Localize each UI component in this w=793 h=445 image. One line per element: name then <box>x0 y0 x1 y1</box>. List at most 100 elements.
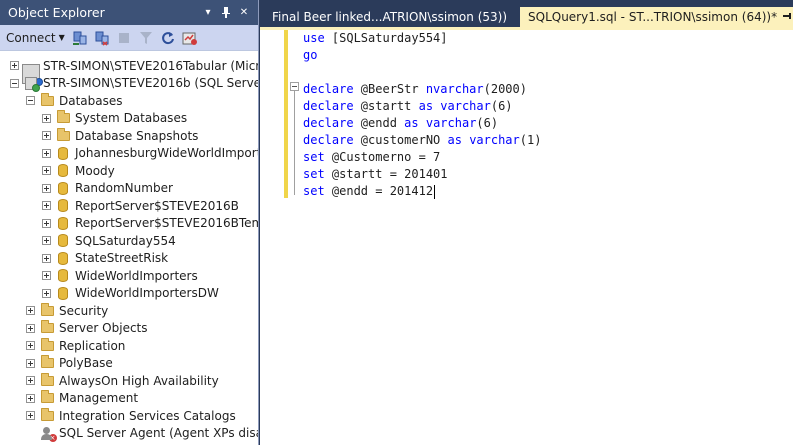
collapse-icon[interactable] <box>26 96 35 105</box>
tree-node[interactable]: ReportServer$STEVE2016B <box>42 197 239 214</box>
activity-monitor-icon[interactable] <box>181 28 200 47</box>
expand-icon[interactable] <box>42 218 51 228</box>
filter-icon[interactable] <box>137 28 156 47</box>
database-icon <box>55 268 71 283</box>
code-text: @startt = 201401 <box>331 167 448 181</box>
auto-hide-pin-icon[interactable] <box>218 5 234 21</box>
pin-tab-icon[interactable] <box>783 11 793 24</box>
server-tabular-icon <box>22 58 43 86</box>
object-explorer-titlebar: Object Explorer ▾ ✕ <box>0 0 258 25</box>
object-explorer-toolbar: Connect ▼ <box>0 25 258 51</box>
code-keyword: varchar <box>469 133 520 147</box>
expand-icon[interactable] <box>42 166 51 175</box>
code-text: @Customerno = 7 <box>331 150 441 164</box>
tree-node[interactable]: Server Objects <box>26 320 148 337</box>
tree-node[interactable]: Security <box>26 302 108 319</box>
tree-node[interactable]: Databases <box>26 92 123 109</box>
connect-object-explorer-icon[interactable] <box>71 28 90 47</box>
code-keyword: varchar <box>440 99 491 113</box>
expand-icon[interactable] <box>42 183 51 193</box>
tree-node-label: Moody <box>75 163 115 178</box>
tree-node-label: SQLSaturday554 <box>75 233 176 248</box>
tree-node[interactable]: WideWorldImporters <box>42 267 198 284</box>
expand-icon[interactable] <box>10 61 19 70</box>
expand-icon[interactable] <box>42 148 51 158</box>
object-explorer-tree: STR-SIMON\STEVE2016Tabular (Microsoft An… <box>0 52 258 445</box>
expand-icon[interactable] <box>42 201 51 210</box>
code-text: (6) <box>490 99 513 113</box>
sql-agent-icon: × <box>39 426 57 442</box>
tree-node[interactable]: STR-SIMON\STEVE2016Tabular (Microsoft An… <box>10 57 258 86</box>
code-text: (1) <box>519 133 542 147</box>
close-panel-icon[interactable]: ✕ <box>236 5 252 21</box>
code-keyword: declare <box>303 99 361 113</box>
expand-icon[interactable] <box>26 376 35 385</box>
tree-node-label: Security <box>59 303 109 318</box>
stop-icon[interactable] <box>115 28 134 47</box>
expand-icon[interactable] <box>42 113 51 123</box>
expand-icon[interactable] <box>42 253 51 263</box>
tree-node[interactable]: JohannesburgWideWorldImporters <box>42 145 258 162</box>
tree-node-label: RandomNumber <box>75 181 173 195</box>
collapse-region-icon[interactable] <box>290 82 299 91</box>
code-line: set @Customerno = 7 <box>303 149 440 166</box>
expand-icon[interactable] <box>26 358 35 368</box>
window-position-dropdown-icon[interactable]: ▾ <box>200 5 216 21</box>
code-line: set @endd = 201412 <box>303 183 436 200</box>
connect-button[interactable]: Connect ▼ <box>6 31 65 45</box>
tree-node[interactable]: Replication <box>26 337 125 354</box>
database-icon <box>55 286 71 301</box>
expand-icon[interactable] <box>26 393 35 403</box>
tree-node[interactable]: STR-SIMON\STEVE2016b (SQL Server 13.0.16… <box>10 75 258 92</box>
tree-node[interactable]: RandomNumber <box>42 180 173 197</box>
tree-node-label: STR-SIMON\STEVE2016b (SQL Server 13.0.16… <box>43 76 258 90</box>
code-text: @BeerStr <box>360 82 426 96</box>
code-keyword: go <box>303 48 318 62</box>
tree-node[interactable]: Database Snapshots <box>42 127 198 144</box>
disconnect-icon[interactable] <box>93 28 112 47</box>
query-editor[interactable]: use [SQLSaturday554] go declare @BeerStr n… <box>260 30 793 445</box>
code-keyword: set <box>303 167 332 181</box>
expand-icon[interactable] <box>26 306 35 315</box>
tree-node[interactable]: WideWorldImportersDW <box>42 285 219 302</box>
code-line: use [SQLSaturday554] <box>303 30 448 47</box>
database-icon <box>55 216 71 231</box>
code-keyword: declare <box>303 116 361 130</box>
code-text: @customerNO <box>360 133 448 147</box>
tree-node[interactable]: System Databases <box>42 110 187 127</box>
folder-icon <box>55 127 71 143</box>
expand-icon[interactable] <box>26 411 35 420</box>
tree-node[interactable]: PolyBase <box>26 355 113 372</box>
connect-label: Connect <box>6 30 56 45</box>
expand-icon[interactable] <box>42 131 51 140</box>
expand-icon[interactable] <box>42 271 51 280</box>
collapse-icon[interactable] <box>10 78 19 88</box>
code-line: declare @customerNO as varchar(1) <box>303 132 541 149</box>
code-keyword: as <box>404 116 426 130</box>
tab-sqlquery1[interactable]: SQLQuery1.sql - ST...TRION\ssimon (64))*… <box>520 7 793 27</box>
tree-node[interactable]: ×SQL Server Agent (Agent XPs disabled) <box>26 425 258 442</box>
folder-icon <box>39 355 55 371</box>
tab-final-beer-linked[interactable]: Final Beer linked...ATRION\ssimon (53)) <box>264 7 515 27</box>
tree-node[interactable]: Management <box>26 390 138 407</box>
refresh-icon[interactable] <box>159 28 178 47</box>
expand-icon[interactable] <box>26 341 35 350</box>
object-explorer-title: Object Explorer <box>8 5 105 20</box>
tree-node-label: Management <box>59 391 139 405</box>
tree-node[interactable]: AlwaysOn High Availability <box>26 372 219 389</box>
expand-icon[interactable] <box>42 288 51 298</box>
tree-node[interactable]: Integration Services Catalogs <box>26 407 236 424</box>
tree-node-label: WideWorldImportersDW <box>75 286 219 300</box>
tree-node[interactable]: Moody <box>42 162 115 179</box>
expand-icon[interactable] <box>42 236 51 245</box>
tree-node-label: SQL Server Agent (Agent XPs disabled) <box>59 426 258 440</box>
tree-node-label: ReportServer$STEVE2016BTempDB <box>75 216 258 230</box>
expand-icon[interactable] <box>26 323 35 333</box>
code-keyword: as <box>418 99 441 113</box>
code-keyword: declare <box>303 133 361 147</box>
tree-node[interactable]: SQLSaturday554 <box>42 232 176 249</box>
server-icon <box>23 76 40 92</box>
tree-node[interactable]: ReportServer$STEVE2016BTempDB <box>42 215 258 232</box>
code-line: declare @BeerStr nvarchar(2000) <box>303 81 527 98</box>
tree-node[interactable]: StateStreetRisk <box>42 250 168 267</box>
